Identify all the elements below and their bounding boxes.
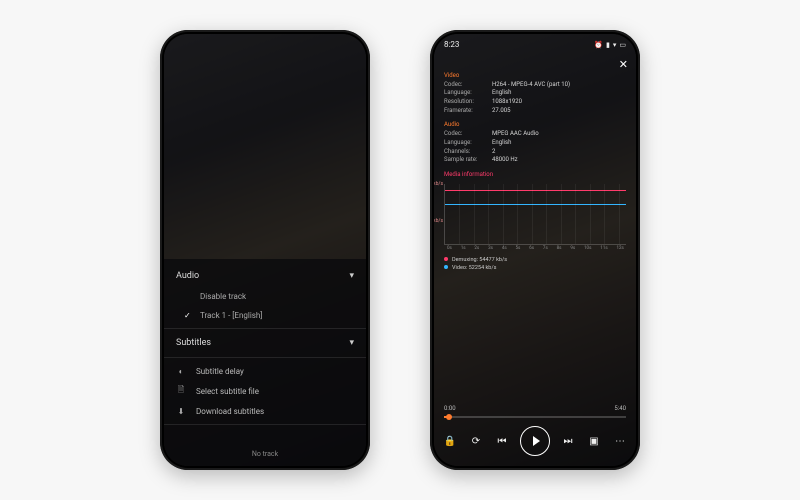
download-subtitles-option[interactable]: ⬇ Download subtitles [176, 401, 354, 421]
tracks-sheet: Audio ▾ ✓ Disable track ✓ Track 1 - [Eng… [164, 259, 366, 466]
chevron-down-icon: ▾ [349, 271, 354, 281]
chart-grid [546, 184, 547, 244]
dot-icon [444, 257, 448, 261]
seekbar-thumb[interactable] [446, 414, 452, 420]
battery-icon: ▭ [619, 41, 626, 49]
chart-line-demuxing [445, 190, 626, 191]
lock-icon[interactable]: 🔒 [442, 433, 458, 449]
no-track-label: No track [164, 450, 366, 458]
phone-left: Audio ▾ ✓ Disable track ✓ Track 1 - [Eng… [160, 30, 370, 470]
chart-grid [561, 184, 562, 244]
play-button[interactable] [520, 426, 550, 456]
audio-samplerate-row: Sample rate:48000 Hz [444, 156, 626, 165]
chart-grid [604, 184, 605, 244]
video-heading: Video [444, 72, 626, 81]
audio-section-header[interactable]: Audio ▾ [176, 265, 354, 287]
divider [164, 328, 366, 329]
dot-icon [444, 265, 448, 269]
chart-grid [503, 184, 504, 244]
screen-right: 8:23 ⏰ ▮ ▾ ▭ ✕ Video Codec:H264 - MPEG-4… [434, 34, 636, 466]
chart-grid [575, 184, 576, 244]
audio-channels-row: Channels:2 [444, 148, 626, 157]
audio-disable-label: Disable track [200, 292, 246, 301]
divider [164, 357, 366, 358]
audio-codec-row: Codec:MPEG AAC Audio [444, 130, 626, 139]
next-icon[interactable]: ⏭ [560, 433, 576, 449]
chart-grid [459, 184, 460, 244]
legend-demuxing: Demuxing: 54477 kb/s [444, 257, 626, 265]
audio-title: Audio [176, 271, 199, 281]
file-icon: 🗎 [176, 386, 186, 396]
video-resolution-row: Resolution:1088x1920 [444, 98, 626, 107]
chart-ytick-bottom: 32632kb/s [434, 218, 443, 225]
video-language-row: Language:English [444, 89, 626, 98]
chart-grid [474, 184, 475, 244]
chart-grid [619, 184, 620, 244]
previous-icon[interactable]: ⏮ [494, 433, 510, 449]
more-icon[interactable]: ⋯ [612, 433, 628, 449]
chart-line-video [445, 204, 626, 205]
chart-ytick-top: 54477kb/s [434, 181, 443, 188]
legend-video: Video: 52254 kb/s [444, 265, 626, 273]
chart-heading: Media information [444, 171, 626, 180]
media-info-panel: Video Codec:H264 - MPEG-4 AVC (part 10) … [444, 66, 626, 273]
chart-grid [532, 184, 533, 244]
audio-language-row: Language:English [444, 139, 626, 148]
chevron-down-icon: ▾ [349, 338, 354, 348]
audio-disable-option[interactable]: ✓ Disable track [176, 287, 354, 306]
play-icon [533, 436, 540, 446]
player-time-labels: 0:00 5:40 [444, 405, 626, 412]
select-subtitle-label: Select subtitle file [196, 387, 259, 396]
divider [164, 424, 366, 425]
chart-grid [488, 184, 489, 244]
subtitle-delay-option[interactable]: ◐ Subtitle delay [176, 361, 354, 381]
video-codec-row: Codec:H264 - MPEG-4 AVC (part 10) [444, 81, 626, 90]
audio-track-1-label: Track 1 - [English] [200, 311, 262, 320]
time-total: 5:40 [614, 405, 626, 412]
time-current: 0:00 [444, 405, 456, 412]
aspect-ratio-icon[interactable]: ▣ [586, 433, 602, 449]
chart-legend: Demuxing: 54477 kb/s Video: 52254 kb/s [444, 257, 626, 273]
status-bar: 8:23 ⏰ ▮ ▾ ▭ [444, 40, 626, 49]
check-icon: ✓ [184, 311, 192, 320]
wifi-icon: ▾ [613, 41, 617, 49]
chart-grid [590, 184, 591, 244]
clock-icon: ◐ [176, 366, 186, 376]
subtitles-section-header[interactable]: Subtitles ▾ [176, 332, 354, 354]
seekbar[interactable] [444, 416, 626, 418]
status-time: 8:23 [444, 40, 459, 49]
audio-track-1[interactable]: ✓ Track 1 - [English] [176, 306, 354, 325]
chart-xticks: 0s 1s 2s 3s 4s 5s 6s 7s 8s 9s 10s 11s 12… [445, 246, 626, 253]
phone-right: 8:23 ⏰ ▮ ▾ ▭ ✕ Video Codec:H264 - MPEG-4… [430, 30, 640, 470]
screen-left: Audio ▾ ✓ Disable track ✓ Track 1 - [Eng… [164, 34, 366, 466]
status-icons: ⏰ ▮ ▾ ▭ [594, 41, 626, 49]
download-icon: ⬇ [176, 406, 186, 416]
rotate-icon[interactable]: ⟳ [468, 433, 484, 449]
signal-icon: ▮ [606, 41, 610, 49]
player-controls: 🔒 ⟳ ⏮ ⏭ ▣ ⋯ [442, 426, 628, 456]
bitrate-chart: 54477kb/s 32632kb/s 0s 1s 2 [444, 184, 626, 245]
audio-heading: Audio [444, 121, 626, 130]
download-subtitles-label: Download subtitles [196, 407, 264, 416]
subtitles-title: Subtitles [176, 338, 211, 348]
chart-grid [517, 184, 518, 244]
select-subtitle-file-option[interactable]: 🗎 Select subtitle file [176, 381, 354, 401]
video-framerate-row: Framerate:27.005 [444, 107, 626, 116]
subtitle-delay-label: Subtitle delay [196, 367, 244, 376]
alarm-icon: ⏰ [594, 41, 603, 49]
